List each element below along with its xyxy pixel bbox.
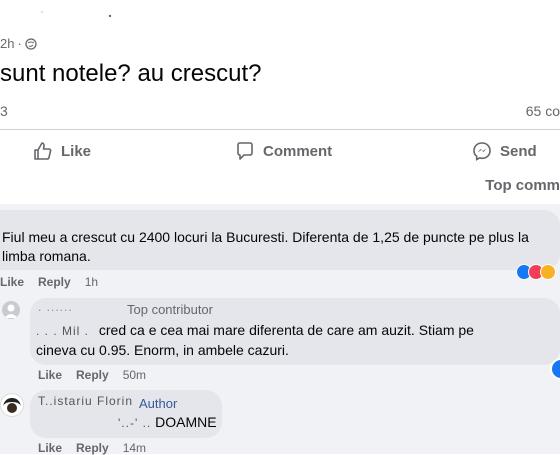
commenter-name[interactable]: T..istariu Florin	[38, 394, 133, 408]
wow-reaction-icon	[540, 264, 556, 280]
comment-text-line: cineva cu 0.95. Enorm, in ambele cazuri.	[36, 342, 289, 358]
comment-time[interactable]: 1h	[85, 275, 98, 289]
send-button[interactable]: Send	[472, 140, 537, 162]
redaction-marks	[12, 8, 132, 22]
comment-meta: Like Reply 1h	[0, 275, 98, 289]
comment-icon	[235, 141, 255, 161]
comment-time[interactable]: 14m	[123, 441, 146, 455]
comment-text: '..-' .. DOAMNE	[38, 413, 217, 433]
thumbs-up-icon	[33, 141, 53, 161]
author-badge: Author	[139, 396, 178, 411]
like-button[interactable]: Like	[33, 140, 91, 162]
comment-text-line: Fiul meu a crescut cu 2400 locuri la Buc…	[2, 229, 529, 245]
like-button-label: Like	[61, 142, 92, 160]
comment-text-line: limba romana.	[2, 248, 91, 264]
messenger-icon	[472, 141, 492, 161]
comment-text: . . . Mil . cred ca e cea mai mare difer…	[36, 321, 556, 360]
comment-button[interactable]: Comment	[235, 140, 332, 162]
avatar[interactable]	[0, 393, 24, 417]
comment-sort-dropdown[interactable]: Top comm	[485, 177, 560, 194]
comment-button-label: Comment	[263, 142, 333, 160]
reaction-count[interactable]: 3	[0, 103, 8, 119]
comment-text: Fiul meu a crescut cu 2400 locuri la Buc…	[2, 228, 558, 266]
post-timestamp[interactable]: 2h ·	[0, 36, 37, 51]
comment-meta: Like Reply 50m	[38, 368, 146, 382]
top-contributor-badge: Top contributor	[127, 302, 213, 317]
comment-like-link[interactable]: Like	[0, 275, 24, 289]
comment-like-link[interactable]: Like	[38, 441, 62, 455]
post-time-label: 2h	[0, 36, 15, 51]
comment-text-line: DOAMNE	[155, 414, 217, 430]
comment-text-line: cred ca e cea mai mare diferenta de care…	[98, 322, 474, 338]
obscured-text: . . . Mil .	[36, 324, 89, 338]
obscured-text: '..-' ..	[118, 416, 152, 430]
comment-like-link[interactable]: Like	[38, 368, 62, 382]
comment-reply-link[interactable]: Reply	[38, 275, 71, 289]
divider-top	[0, 129, 560, 130]
commenter-name[interactable]: . ......	[38, 300, 73, 314]
globe-icon	[25, 37, 37, 50]
comment-time[interactable]: 50m	[123, 368, 146, 382]
comment-count[interactable]: 65 co	[526, 103, 560, 119]
comment-meta: Like Reply 14m	[38, 441, 146, 455]
post-text: sunt notele? au crescut?	[0, 60, 262, 87]
comment-reply-link[interactable]: Reply	[76, 441, 109, 455]
comment-reply-link[interactable]: Reply	[76, 368, 109, 382]
send-button-label: Send	[500, 142, 537, 160]
avatar[interactable]	[2, 301, 20, 319]
comment-reactions[interactable]	[516, 264, 556, 280]
